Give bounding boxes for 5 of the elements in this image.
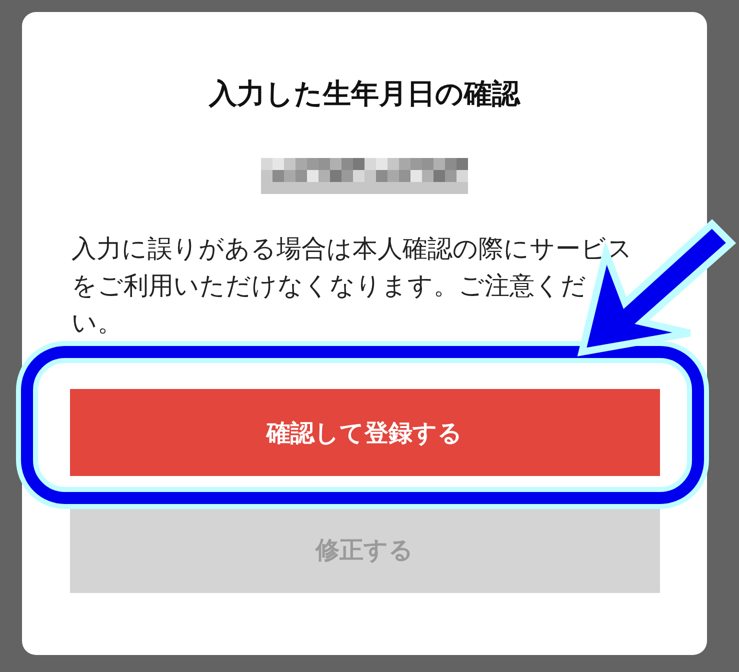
warning-message-line: をご利用いただけなくなります。ご注意くだ	[72, 271, 586, 300]
dialog-title: 入力した生年月日の確認	[209, 76, 520, 112]
warning-message-line: 入力に誤りがある場合は本人確認の際にサービス	[72, 234, 632, 263]
confirm-register-button[interactable]: 確認して登録する	[70, 389, 660, 476]
warning-message-line: い。	[72, 308, 122, 337]
